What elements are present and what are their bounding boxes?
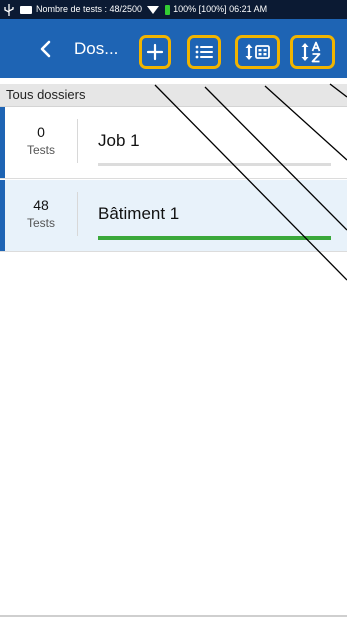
battery-time-text: 100% [100%] 06:21 AM (173, 4, 268, 14)
sort-az-icon (301, 41, 320, 63)
usb-icon (4, 3, 14, 16)
add-folder-button[interactable] (139, 35, 171, 69)
test-count: 0 (37, 124, 45, 140)
section-title: Tous dossiers (6, 87, 86, 102)
list-icon (195, 45, 213, 59)
folder-row-selected[interactable]: 48 Tests Bâtiment 1 (0, 180, 347, 252)
progress-fill (98, 236, 331, 240)
folder-row[interactable]: 0 Tests Job 1 (0, 107, 347, 179)
test-count-box: 0 Tests (5, 107, 77, 178)
test-count-box: 48 Tests (5, 180, 77, 251)
folder-name: Bâtiment 1 (98, 204, 180, 223)
section-header: Tous dossiers (0, 84, 347, 107)
header-title: Dos... (74, 39, 119, 58)
plus-icon (146, 43, 164, 61)
sort-button[interactable] (290, 35, 335, 69)
folder-icon (20, 5, 32, 14)
test-count-unit: Tests (26, 216, 55, 230)
wifi-icon (147, 5, 160, 14)
battery-icon (165, 4, 171, 15)
test-count: 48 (33, 197, 49, 213)
tests-count-text: Nombre de tests : 48/2500 (36, 4, 143, 14)
folder-name: Job 1 (98, 131, 140, 150)
app-header: Dos... (0, 19, 347, 78)
row-divider (77, 119, 78, 163)
expand-collapse-icon (245, 44, 270, 60)
status-bar: Nombre de tests : 48/2500 100% [100%] 06… (0, 0, 347, 19)
progress-track (98, 236, 331, 240)
expand-collapse-button[interactable] (235, 35, 280, 69)
test-count-unit: Tests (26, 143, 55, 157)
list-view-button[interactable] (187, 35, 221, 69)
back-button[interactable] (36, 39, 56, 59)
row-divider (77, 192, 78, 236)
chevron-left-icon (40, 40, 51, 58)
progress-track (98, 163, 331, 166)
